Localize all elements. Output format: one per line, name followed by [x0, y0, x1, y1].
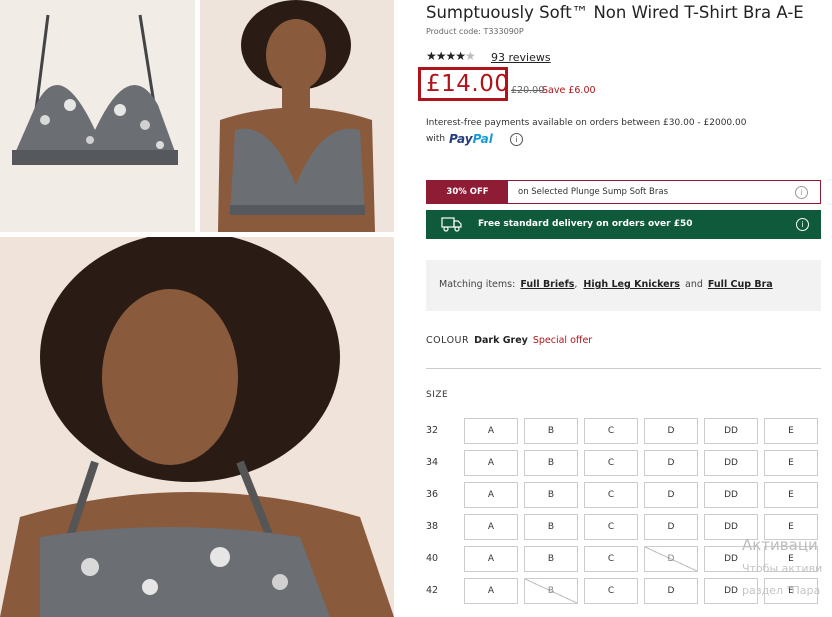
- size-option-button[interactable]: DD: [704, 418, 758, 444]
- size-option-button[interactable]: B: [524, 578, 578, 604]
- watermark-text-2: Чтобы активи: [742, 562, 823, 575]
- truck-icon: [441, 217, 462, 232]
- delivery-text: Free standard delivery on orders over £5…: [478, 219, 693, 229]
- matching-link-full-cup-bra[interactable]: Full Cup Bra: [708, 279, 773, 290]
- size-option-button[interactable]: D: [644, 514, 698, 540]
- size-option-button[interactable]: E: [764, 418, 818, 444]
- size-option-button[interactable]: D: [644, 546, 698, 572]
- matching-separator: ,: [574, 279, 578, 290]
- rating-stars: ★★★★★: [426, 49, 476, 63]
- size-option-button[interactable]: A: [464, 578, 518, 604]
- size-option-button[interactable]: DD: [704, 450, 758, 476]
- product-image-model-closeup[interactable]: [0, 237, 394, 617]
- size-option-button[interactable]: A: [464, 418, 518, 444]
- size-option-button[interactable]: C: [584, 418, 638, 444]
- product-title: Sumptuously Soft™ Non Wired T-Shirt Bra …: [426, 3, 804, 22]
- promo-banner[interactable]: 30% OFF on Selected Plunge Sump Soft Bra…: [426, 180, 821, 204]
- paypal-logo: PayPal: [449, 132, 493, 146]
- windows-activation-watermark-line2: Чтобы активи раздел "Пара: [742, 558, 822, 602]
- size-option-button[interactable]: C: [584, 546, 638, 572]
- original-price: £20.00: [511, 85, 545, 96]
- size-option-button[interactable]: A: [464, 482, 518, 508]
- with-label: with: [426, 134, 446, 144]
- model-front-illustration: [200, 0, 394, 232]
- size-row: 32 A B C D DD E: [426, 418, 821, 444]
- size-option-button[interactable]: DD: [704, 482, 758, 508]
- divider: [426, 368, 821, 369]
- band-size-label: 34: [426, 457, 439, 468]
- windows-activation-watermark: Активаци: [742, 536, 818, 554]
- colour-label: COLOUR: [426, 335, 470, 346]
- size-option-button[interactable]: D: [644, 578, 698, 604]
- size-row: 36 A B C D DD E: [426, 482, 821, 508]
- watermark-text-3: раздел "Пара: [742, 584, 821, 597]
- save-amount: Save £6.00: [542, 85, 596, 96]
- size-option-button[interactable]: C: [584, 514, 638, 540]
- current-price: £14.00: [426, 71, 510, 97]
- delivery-banner[interactable]: Free standard delivery on orders over £5…: [426, 210, 821, 239]
- size-option-button[interactable]: D: [644, 482, 698, 508]
- half-star-icon: ★: [465, 49, 476, 63]
- size-option-button[interactable]: E: [764, 482, 818, 508]
- band-size-label: 42: [426, 585, 439, 596]
- colour-value: Dark Grey: [474, 335, 528, 346]
- size-row: 34 A B C D DD E: [426, 450, 821, 476]
- matching-label: Matching items:: [439, 279, 516, 290]
- paypal-logo-part2: Pal: [472, 132, 493, 146]
- bra-flat-illustration: [0, 0, 195, 232]
- model-closeup-illustration: [0, 237, 394, 617]
- matching-link-full-briefs[interactable]: Full Briefs: [520, 279, 574, 290]
- matching-and: and: [685, 279, 703, 290]
- delivery-info-icon[interactable]: i: [796, 218, 809, 231]
- size-option-button[interactable]: A: [464, 514, 518, 540]
- band-size-label: 32: [426, 425, 439, 436]
- size-option-button[interactable]: E: [764, 450, 818, 476]
- size-option-button[interactable]: A: [464, 450, 518, 476]
- colour-selector: COLOUR Dark Grey Special offer: [426, 335, 592, 346]
- product-image-model-front[interactable]: [200, 0, 394, 232]
- matching-link-high-leg-knickers[interactable]: High Leg Knickers: [583, 279, 680, 290]
- size-option-button[interactable]: B: [524, 546, 578, 572]
- size-option-button[interactable]: B: [524, 450, 578, 476]
- size-option-button[interactable]: B: [524, 482, 578, 508]
- star-icons: ★★★★: [426, 49, 466, 63]
- paypal-info-icon[interactable]: i: [510, 133, 523, 146]
- product-code: Product code: T333090P: [426, 27, 524, 36]
- promo-tag: 30% OFF: [427, 181, 508, 203]
- size-option-button[interactable]: C: [584, 578, 638, 604]
- size-option-button[interactable]: D: [644, 418, 698, 444]
- size-label: SIZE: [426, 390, 449, 400]
- promo-info-icon[interactable]: i: [795, 186, 808, 199]
- paypal-logo-part1: Pay: [449, 132, 473, 146]
- special-offer-tag: Special offer: [532, 335, 593, 346]
- band-size-label: 40: [426, 553, 439, 564]
- matching-items-panel: Matching items: Full Briefs, High Leg Kn…: [426, 260, 821, 311]
- interest-free-text: Interest-free payments available on orde…: [426, 118, 747, 128]
- size-option-button[interactable]: C: [584, 450, 638, 476]
- size-option-button[interactable]: B: [524, 514, 578, 540]
- band-size-label: 36: [426, 489, 439, 500]
- size-option-button[interactable]: C: [584, 482, 638, 508]
- band-size-label: 38: [426, 521, 439, 532]
- size-option-button[interactable]: A: [464, 546, 518, 572]
- reviews-link[interactable]: 93 reviews: [491, 51, 551, 64]
- promo-text: on Selected Plunge Sump Soft Bras: [518, 187, 669, 197]
- size-option-button[interactable]: D: [644, 450, 698, 476]
- product-image-flat[interactable]: [0, 0, 195, 232]
- size-option-button[interactable]: B: [524, 418, 578, 444]
